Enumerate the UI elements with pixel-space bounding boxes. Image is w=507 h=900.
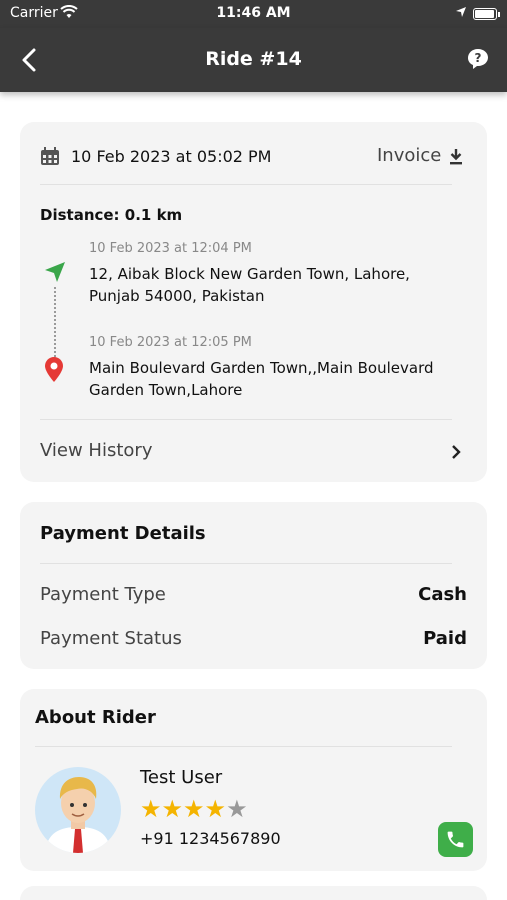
pickup-time: 10 Feb 2023 at 12:04 PM <box>89 241 252 256</box>
download-icon <box>450 149 462 165</box>
route-line <box>54 287 56 357</box>
rider-section-title: About Rider <box>35 707 156 728</box>
dropoff-address-line1: Main Boulevard Garden Town,,Main Bouleva… <box>89 359 434 377</box>
location-arrow-icon <box>456 7 466 17</box>
status-time: 11:46 AM <box>216 5 291 21</box>
payment-title: Payment Details <box>40 523 206 544</box>
divider <box>40 563 452 564</box>
view-history-row[interactable]: View History <box>20 420 487 482</box>
divider <box>35 746 452 747</box>
invoice-button[interactable]: Invoice <box>375 144 470 170</box>
next-card <box>20 886 487 900</box>
help-icon[interactable]: ? <box>467 48 489 70</box>
rider-phone: +91 1234567890 <box>140 829 281 848</box>
star-icon: ★ <box>140 795 162 823</box>
payment-type-value: Cash <box>418 584 467 605</box>
rider-card: About Rider Test User ★★★★★ +91 12345678… <box>20 689 487 871</box>
page-title: Ride #14 <box>205 48 302 70</box>
dropoff-address-line2: Garden Town,Lahore <box>89 381 243 399</box>
invoice-label: Invoice <box>377 145 442 166</box>
status-bar: Carrier 11:46 AM <box>0 0 507 28</box>
star-icon: ★ <box>204 795 227 823</box>
rating-stars: ★★★★★ <box>140 797 248 821</box>
dropoff-time: 10 Feb 2023 at 12:05 PM <box>89 335 252 350</box>
divider <box>40 184 452 185</box>
chevron-right-icon <box>452 445 461 459</box>
view-history-label: View History <box>40 440 153 461</box>
avatar <box>35 767 121 853</box>
svg-text:?: ? <box>475 51 482 65</box>
call-button[interactable] <box>438 822 473 857</box>
navigation-icon <box>45 262 65 282</box>
payment-card: Payment Details Payment Type Cash Paymen… <box>20 502 487 669</box>
rider-name: Test User <box>140 767 223 788</box>
pickup-address-line2: Punjab 54000, Pakistan <box>89 287 265 305</box>
ride-card: 10 Feb 2023 at 05:02 PM Invoice Distance… <box>20 122 487 482</box>
payment-status-value: Paid <box>423 628 467 649</box>
battery-icon <box>473 8 500 20</box>
star-icon: ★ <box>226 795 248 823</box>
map-pin-icon <box>45 357 63 382</box>
distance-label: Distance: 0.1 km <box>40 206 183 224</box>
phone-icon <box>447 831 464 848</box>
calendar-icon <box>41 147 59 165</box>
pickup-address-line1: 12, Aibak Block New Garden Town, Lahore, <box>89 265 410 283</box>
nav-bar: Ride #14 ? <box>0 28 507 92</box>
star-icon: ★ <box>161 795 184 823</box>
star-icon: ★ <box>183 795 205 823</box>
payment-type-label: Payment Type <box>40 584 166 605</box>
ride-datetime: 10 Feb 2023 at 05:02 PM <box>71 147 272 166</box>
payment-status-label: Payment Status <box>40 628 182 649</box>
